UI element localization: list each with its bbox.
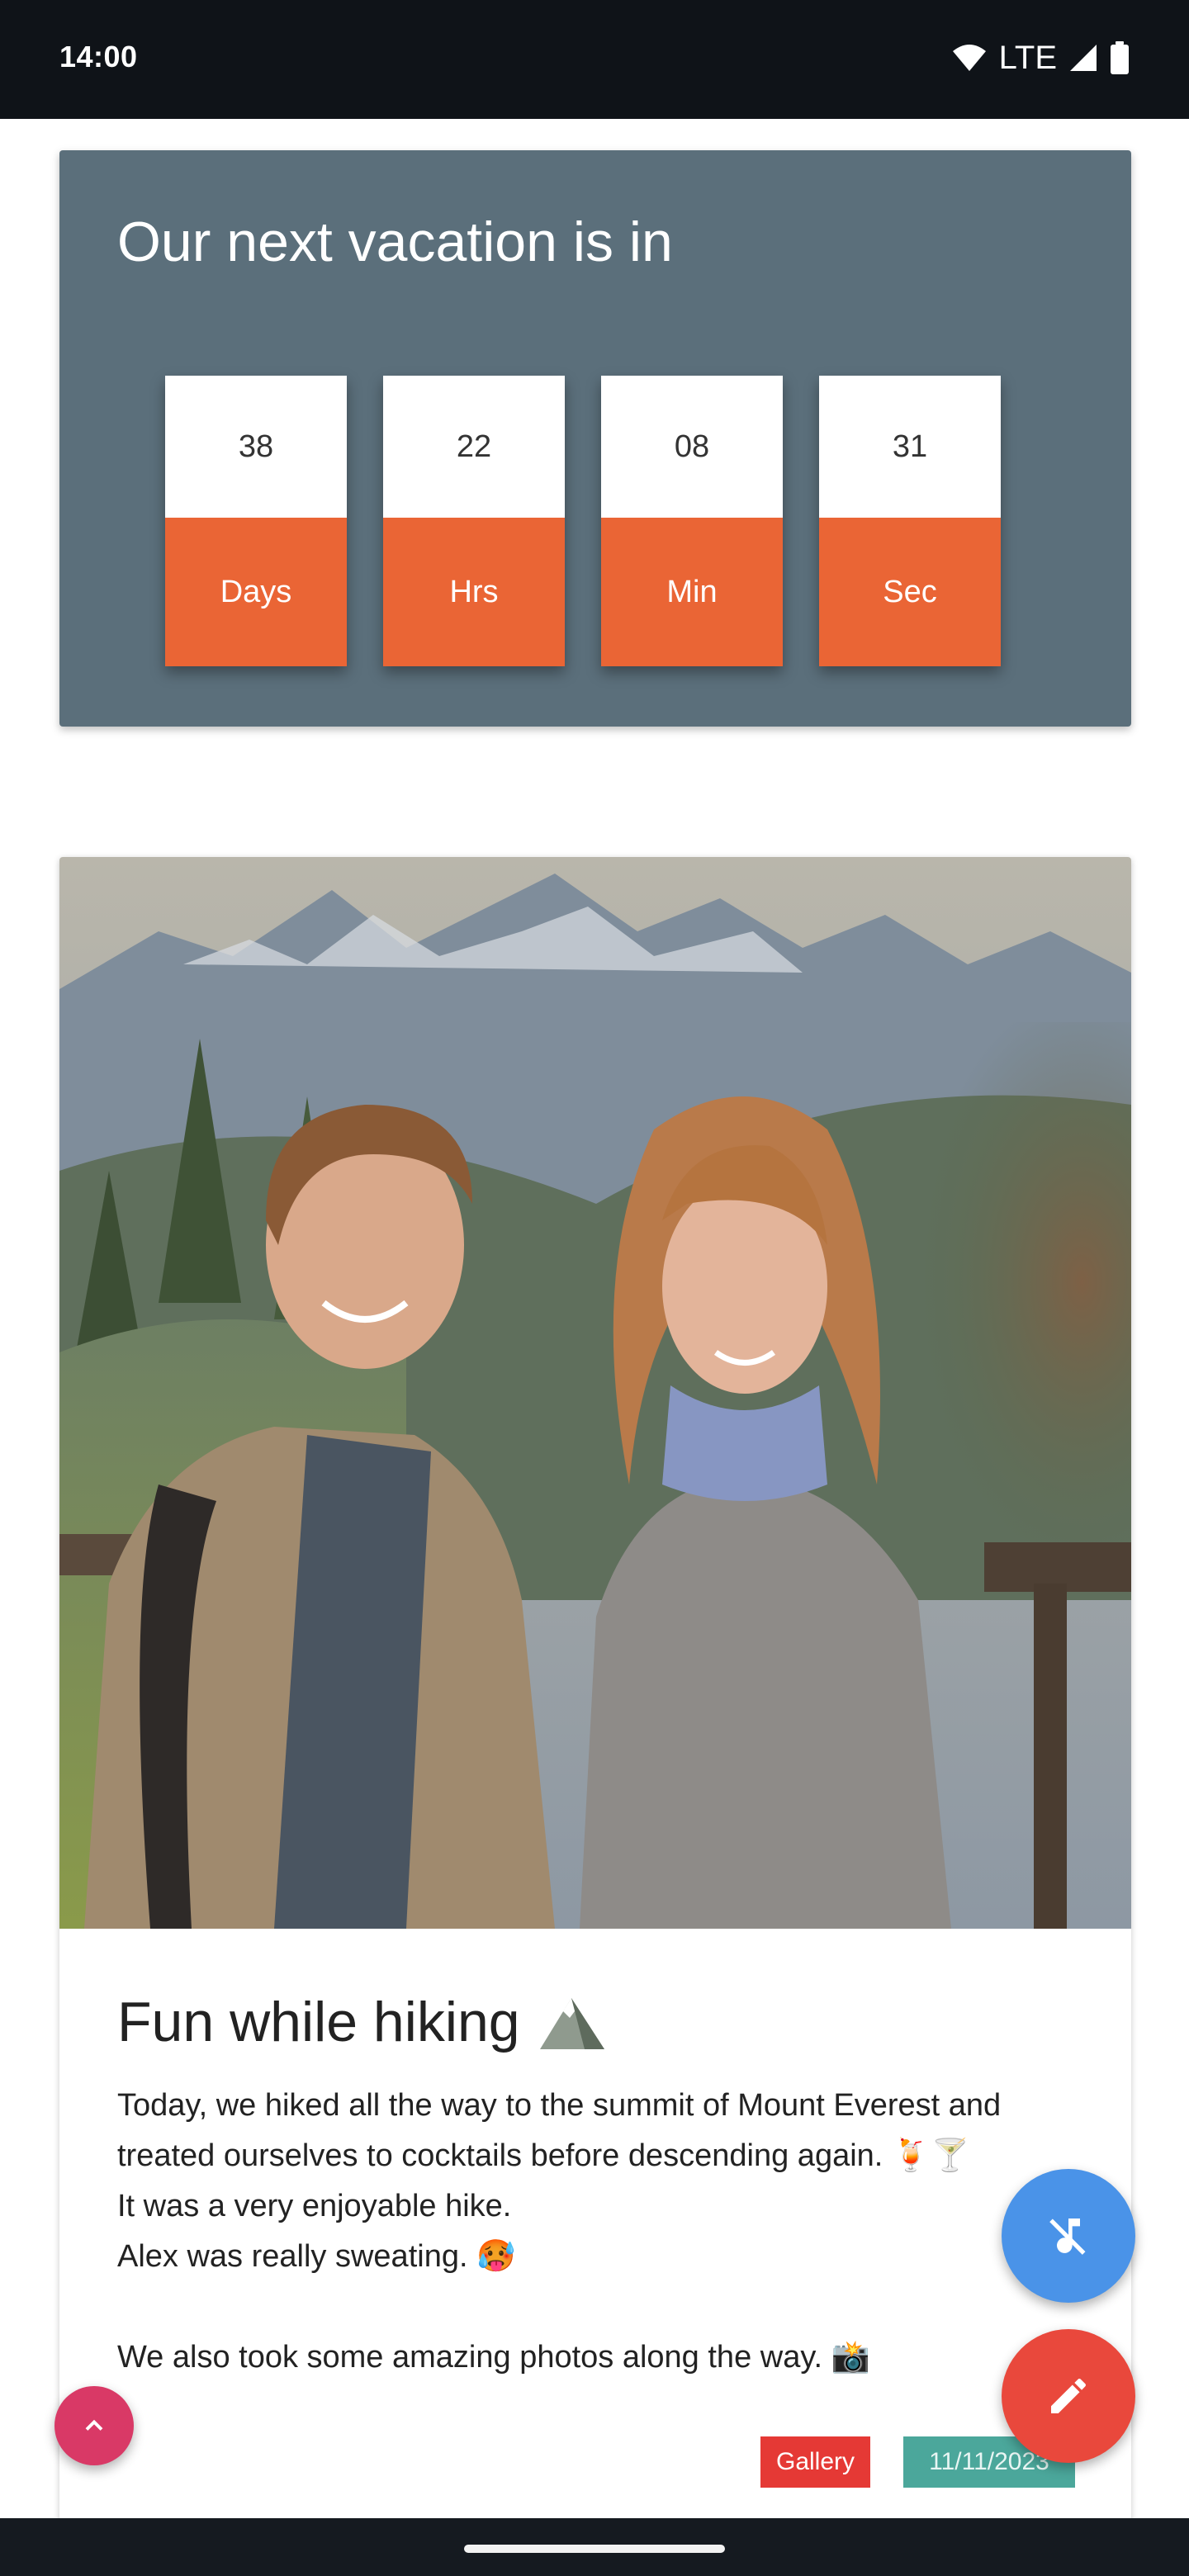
cell-signal-icon (1070, 45, 1097, 71)
post-body-line: Today, we hiked all the way to the summi… (117, 2088, 1002, 2123)
pencil-icon (1051, 2379, 1086, 2413)
app-screen: 14:00 LTE Our next vacation is in 38 Day… (0, 0, 1189, 2576)
mountain-icon (539, 1998, 604, 2049)
countdown-minutes: 08 Min (601, 376, 783, 666)
countdown-value: 22 (383, 376, 565, 518)
countdown-hours: 22 Hrs (383, 376, 565, 666)
navigation-bar (0, 2518, 1189, 2576)
status-time: 14:00 (59, 40, 138, 73)
countdown-value: 31 (819, 376, 1001, 518)
countdown-unit-label: Min (601, 518, 783, 666)
couple-hiking-photo (59, 857, 1131, 1929)
status-icons: LTE (951, 36, 1130, 79)
battery-icon (1111, 41, 1129, 74)
gallery-tag[interactable]: Gallery (760, 2436, 870, 2488)
music-off-button[interactable] (1002, 2169, 1135, 2303)
edit-button[interactable] (1002, 2329, 1135, 2463)
countdown-unit-label: Days (165, 518, 347, 666)
post-body-line (117, 2282, 1075, 2332)
post-body-line: We also took some amazing photos along t… (117, 2340, 870, 2375)
countdown-value: 38 (165, 376, 347, 518)
chevron-up-icon (85, 2419, 103, 2431)
countdown-value: 08 (601, 376, 783, 518)
network-type: LTE (998, 39, 1057, 76)
post-photo[interactable] (59, 857, 1131, 1929)
post-card[interactable]: Fun while hiking Today, we hiked all the… (59, 857, 1131, 2525)
music-off-icon (1049, 2218, 1086, 2255)
countdown-unit-label: Sec (819, 518, 1001, 666)
post-body-line: It was a very enjoyable hike. (117, 2189, 512, 2223)
post-title: Fun while hiking (117, 1990, 606, 2054)
countdown-seconds: 31 Sec (819, 376, 1001, 666)
post-body: Today, we hiked all the way to the summi… (117, 2081, 1075, 2383)
scroll-to-top-button[interactable] (54, 2386, 134, 2465)
countdown-title: Our next vacation is in (117, 211, 673, 273)
post-title-text: Fun while hiking (117, 1991, 520, 2053)
vacation-countdown-card: Our next vacation is in 38 Days 22 Hrs 0… (59, 150, 1131, 727)
countdown-days: 38 Days (165, 376, 347, 666)
status-bar: 14:00 LTE (0, 0, 1189, 119)
home-gesture-handle[interactable] (464, 2545, 725, 2553)
countdown-unit-label: Hrs (383, 518, 565, 666)
post-body-line: treated ourselves to cocktails before de… (117, 2138, 970, 2173)
wifi-icon (952, 45, 986, 71)
post-body-line: Alex was really sweating. 🥵 (117, 2239, 516, 2274)
